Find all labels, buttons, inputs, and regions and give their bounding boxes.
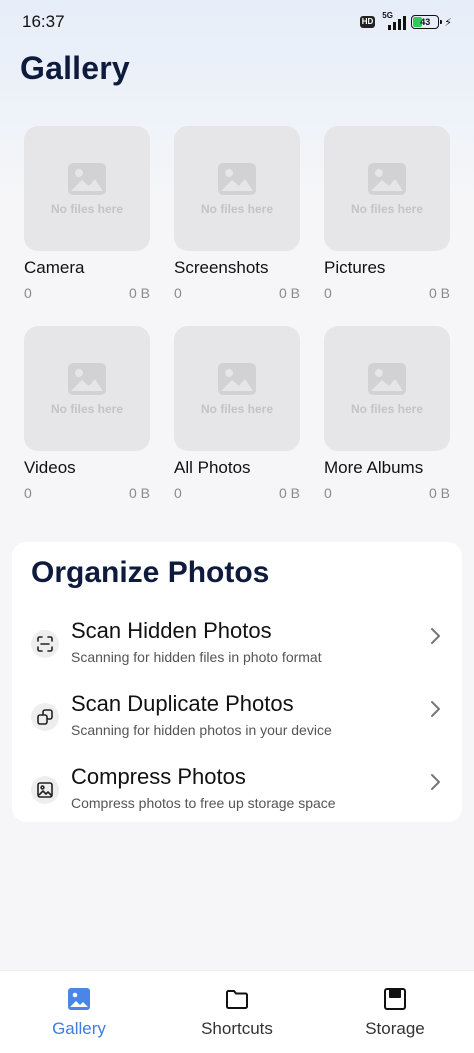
album-thumbnail[interactable]: No files here: [24, 126, 150, 251]
image-placeholder-icon: [368, 162, 406, 195]
empty-label: No files here: [350, 201, 424, 216]
item-subtitle: Scanning for hidden photos in your devic…: [71, 722, 332, 738]
album-size: 0 B: [128, 485, 150, 501]
image-placeholder-icon: [368, 362, 406, 395]
page-title: Gallery: [20, 50, 130, 86]
battery-level: 43: [420, 17, 431, 27]
tab-label: Shortcuts: [201, 1019, 273, 1038]
empty-label: No files here: [200, 401, 274, 416]
organize-photos-card: Organize Photos Scan Hidden Photos Scann…: [12, 542, 462, 822]
image-placeholder-icon: [218, 162, 256, 195]
empty-label: No files here: [200, 201, 274, 216]
organize-title: Organize Photos: [31, 556, 270, 589]
status-icons: HD 5G 43 ⚡: [359, 11, 452, 30]
album-size: 0 B: [278, 485, 300, 501]
tab-label: Storage: [365, 1019, 425, 1038]
item-subtitle: Compress photos to free up storage space: [71, 795, 336, 811]
tab-label: Gallery: [52, 1019, 106, 1038]
folder-icon: [226, 990, 248, 1009]
chevron-right-icon: [431, 774, 440, 790]
item-title: Scan Duplicate Photos: [71, 691, 294, 716]
album-count: 0: [24, 485, 32, 501]
gallery-icon: [68, 988, 90, 1010]
bottom-navigation: Gallery Shortcuts Storage: [0, 970, 474, 1053]
tab-gallery[interactable]: Gallery: [0, 971, 158, 1053]
album-camera[interactable]: No files here Camera 0 0 B: [24, 126, 150, 302]
storage-icon: [384, 988, 406, 1010]
duplicate-icon: [31, 703, 59, 731]
album-count: 0: [174, 485, 182, 501]
album-thumbnail[interactable]: No files here: [324, 326, 450, 451]
compress-photos-item[interactable]: Compress Photos Compress photos to free …: [12, 764, 462, 828]
album-name: Videos: [24, 458, 76, 477]
album-name: Pictures: [324, 258, 386, 277]
empty-label: No files here: [50, 201, 124, 216]
scan-duplicate-photos-item[interactable]: Scan Duplicate Photos Scanning for hidde…: [12, 691, 462, 755]
tab-shortcuts[interactable]: Shortcuts: [158, 971, 316, 1053]
scan-hidden-photos-item[interactable]: Scan Hidden Photos Scanning for hidden f…: [12, 618, 462, 682]
battery-icon: 43: [411, 15, 443, 29]
image-placeholder-icon: [68, 362, 106, 395]
empty-label: No files here: [350, 401, 424, 416]
album-grid: No files here Camera 0 0 B No files here…: [24, 126, 450, 502]
status-bar: 16:37 HD 5G 43 ⚡: [0, 0, 474, 44]
album-size: 0 B: [428, 485, 450, 501]
album-videos[interactable]: No files here Videos 0 0 B: [24, 326, 150, 502]
album-count: 0: [24, 285, 32, 301]
scan-icon: [31, 630, 59, 658]
album-name: All Photos: [174, 458, 251, 477]
album-count: 0: [174, 285, 182, 301]
album-screenshots[interactable]: No files here Screenshots 0 0 B: [174, 126, 300, 302]
tab-storage[interactable]: Storage: [316, 971, 474, 1053]
album-size: 0 B: [278, 285, 300, 301]
signal-icon: 5G: [380, 11, 407, 30]
item-subtitle: Scanning for hidden files in photo forma…: [71, 649, 322, 665]
album-more-albums[interactable]: No files here More Albums 0 0 B: [324, 326, 450, 502]
album-pictures[interactable]: No files here Pictures 0 0 B: [324, 126, 450, 302]
image-placeholder-icon: [218, 362, 256, 395]
item-title: Compress Photos: [71, 764, 246, 789]
album-size: 0 B: [128, 285, 150, 301]
album-count: 0: [324, 485, 332, 501]
item-title: Scan Hidden Photos: [71, 618, 272, 643]
chevron-right-icon: [431, 628, 440, 644]
album-size: 0 B: [428, 285, 450, 301]
album-thumbnail[interactable]: No files here: [174, 126, 300, 251]
hd-badge: HD: [359, 16, 376, 28]
album-all-photos[interactable]: No files here All Photos 0 0 B: [174, 326, 300, 502]
image-placeholder-icon: [68, 162, 106, 195]
album-thumbnail[interactable]: No files here: [24, 326, 150, 451]
empty-label: No files here: [50, 401, 124, 416]
album-thumbnail[interactable]: No files here: [324, 126, 450, 251]
album-name: More Albums: [324, 458, 424, 477]
compress-icon: [31, 776, 59, 804]
charging-icon: ⚡: [444, 16, 452, 29]
chevron-right-icon: [431, 701, 440, 717]
album-thumbnail[interactable]: No files here: [174, 326, 300, 451]
album-name: Screenshots: [174, 258, 269, 277]
album-name: Camera: [24, 258, 85, 277]
album-count: 0: [324, 285, 332, 301]
status-time: 16:37: [22, 12, 65, 31]
